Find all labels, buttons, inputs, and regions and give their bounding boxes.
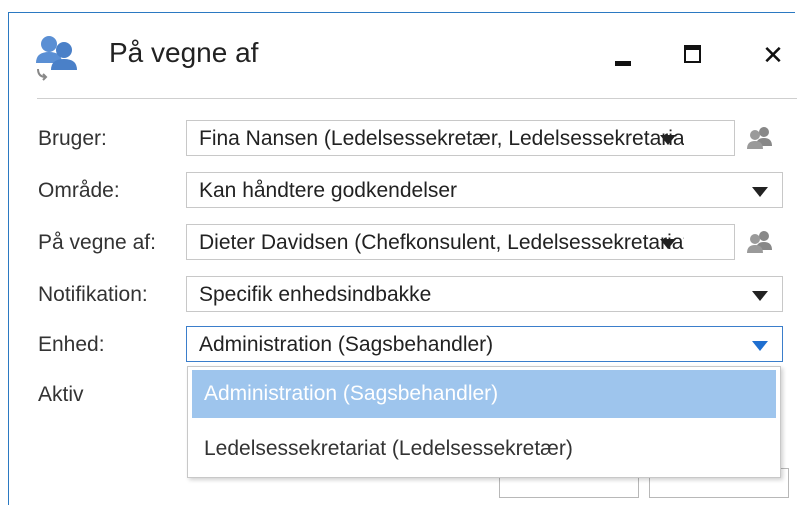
notifikation-select[interactable]: Specifik enhedsindbakke — [186, 276, 783, 312]
maximize-icon — [684, 45, 701, 63]
people-picker-icon[interactable] — [735, 224, 783, 260]
minimize-icon — [615, 61, 631, 66]
window-title: På vegne af — [109, 37, 259, 68]
omraade-label: Område: — [38, 179, 120, 202]
enhed-label: Enhed: — [38, 333, 105, 356]
enhed-option[interactable]: Administration (Sagsbehandler) — [192, 370, 776, 418]
enhed-value: Administration (Sagsbehandler) — [199, 333, 494, 356]
close-button[interactable]: ✕ — [753, 35, 793, 75]
omraade-value: Kan håndtere godkendelser — [199, 179, 458, 202]
notifikation-value: Specifik enhedsindbakke — [199, 283, 432, 306]
bruger-select[interactable]: Fina Nansen (Ledelsessekretær, Ledelsess… — [186, 120, 735, 156]
chevron-down-icon — [660, 135, 676, 145]
paa-vegne-af-select[interactable]: Dieter Davidsen (Chefkonsulent, Ledelses… — [186, 224, 735, 260]
title-divider — [37, 98, 797, 99]
notifikation-label: Notifikation: — [38, 283, 148, 306]
users-switch-icon — [36, 36, 77, 81]
paa-vegne-af-label: På vegne af: — [38, 231, 156, 254]
enhed-option[interactable]: Ledelsessekretariat (Ledelsessekretær) — [192, 425, 776, 473]
chevron-down-icon — [752, 291, 768, 301]
maximize-button[interactable] — [673, 35, 713, 75]
aktiv-label: Aktiv — [38, 383, 84, 406]
omraade-select[interactable]: Kan håndtere godkendelser — [186, 172, 783, 208]
chevron-down-icon — [660, 239, 676, 249]
chevron-down-icon — [752, 341, 768, 351]
enhed-select[interactable]: Administration (Sagsbehandler) — [186, 326, 783, 362]
close-icon: ✕ — [762, 40, 784, 70]
dialog-window: På vegne af ✕ Bruger: Fina Nansen (Ledel… — [8, 12, 797, 505]
paa-vegne-af-value: Dieter Davidsen (Chefkonsulent, Ledelses… — [199, 231, 684, 254]
minimize-button[interactable] — [603, 35, 643, 75]
enhed-dropdown-list: Administration (Sagsbehandler) Ledelsess… — [187, 366, 781, 478]
title-bar: På vegne af ✕ — [9, 13, 795, 97]
people-picker-icon[interactable] — [735, 120, 783, 156]
bruger-label: Bruger: — [38, 127, 107, 150]
chevron-down-icon — [752, 187, 768, 197]
bruger-value: Fina Nansen (Ledelsessekretær, Ledelsess… — [199, 127, 684, 150]
